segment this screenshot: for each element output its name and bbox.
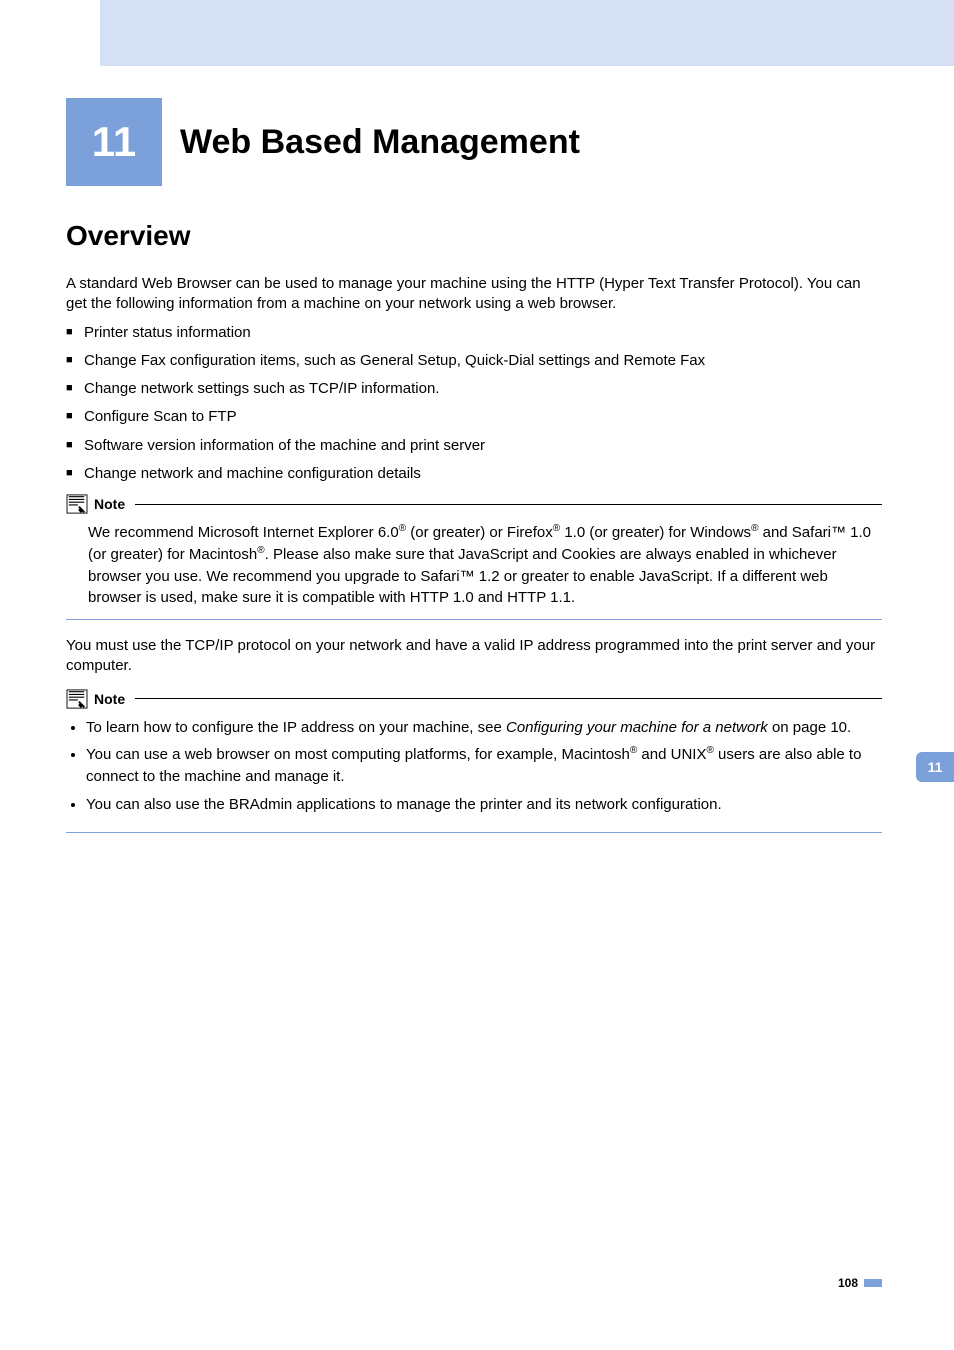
list-item: Configure Scan to FTP	[66, 407, 882, 427]
page-footer: 108	[838, 1276, 882, 1290]
note-icon	[66, 689, 88, 709]
note-rule	[135, 504, 882, 505]
intro-paragraph: A standard Web Browser can be used to ma…	[66, 274, 882, 315]
list-item: Change Fax configuration items, such as …	[66, 351, 882, 371]
note-body-1: We recommend Microsoft Internet Explorer…	[66, 522, 882, 620]
chapter-header: 11 Web Based Management	[66, 98, 888, 186]
list-item: Software version information of the mach…	[66, 436, 882, 456]
note-list-item: To learn how to configure the IP address…	[86, 717, 882, 739]
chapter-title: Web Based Management	[180, 123, 580, 162]
top-banner	[0, 0, 954, 66]
note-header: Note	[66, 689, 882, 709]
chapter-number: 11	[92, 118, 136, 166]
section-heading: Overview	[66, 220, 882, 252]
note-list-item: You can also use the BRAdmin application…	[86, 794, 882, 816]
note-block-1: Note We recommend Microsoft Internet Exp…	[66, 494, 882, 620]
mid-paragraph: You must use the TCP/IP protocol on your…	[66, 636, 882, 677]
list-item: Change network settings such as TCP/IP i…	[66, 379, 882, 399]
content-area: Overview A standard Web Browser can be u…	[66, 220, 882, 849]
list-item: Printer status information	[66, 323, 882, 343]
note-rule	[135, 698, 882, 699]
note-block-2: Note To learn how to configure the IP ad…	[66, 689, 882, 833]
page-number: 108	[838, 1276, 858, 1290]
note-header: Note	[66, 494, 882, 514]
note-icon	[66, 494, 88, 514]
page-mark	[864, 1279, 882, 1287]
note-list-item: You can use a web browser on most comput…	[86, 744, 882, 788]
side-tab: 11	[916, 752, 954, 782]
note-label: Note	[94, 496, 125, 512]
top-left-white-block	[0, 0, 100, 66]
list-item: Change network and machine configuration…	[66, 464, 882, 484]
note-label: Note	[94, 691, 125, 707]
chapter-number-box: 11	[66, 98, 162, 186]
note-body-2: To learn how to configure the IP address…	[66, 717, 882, 833]
feature-list: Printer status information Change Fax co…	[66, 323, 882, 485]
side-tab-number: 11	[928, 759, 943, 775]
